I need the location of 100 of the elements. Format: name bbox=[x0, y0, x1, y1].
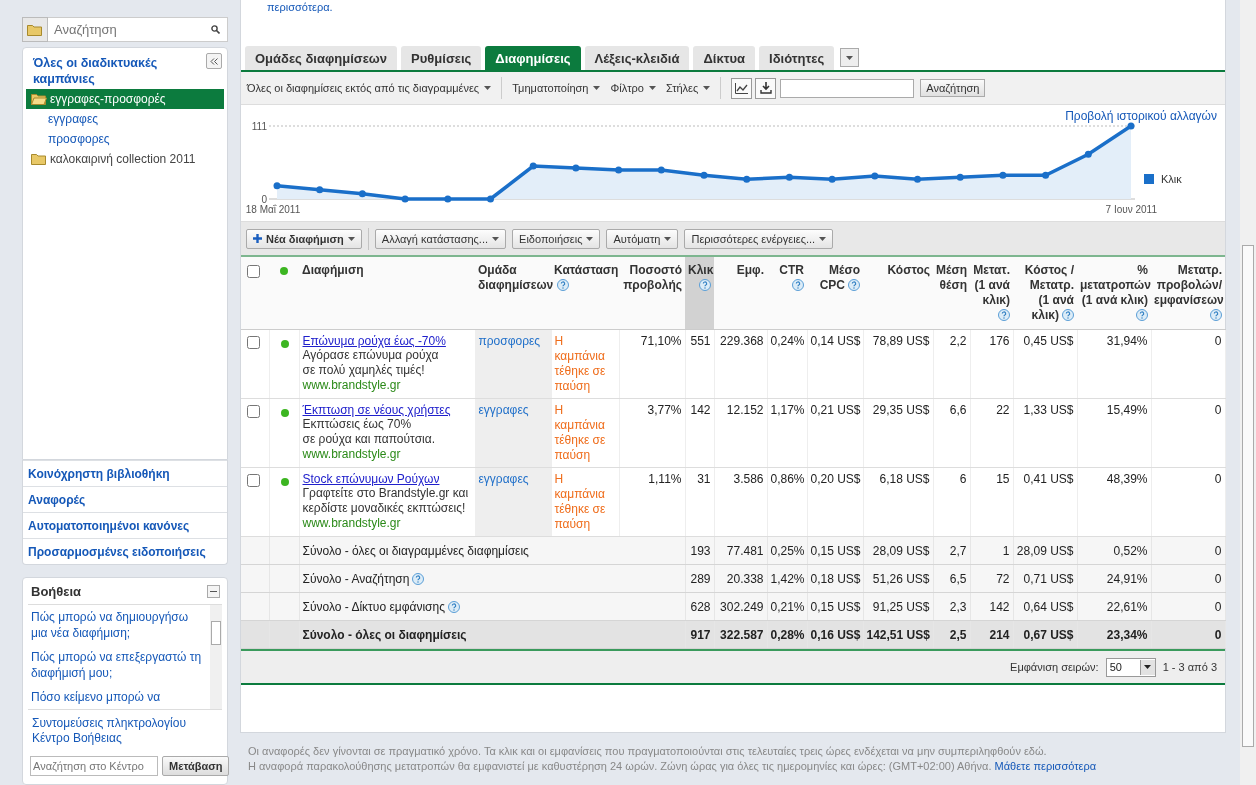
data-point bbox=[615, 166, 623, 174]
help-icon[interactable] bbox=[412, 572, 425, 585]
sidebar-link[interactable]: Αναφορές bbox=[23, 486, 227, 512]
table-cell: 322.587 bbox=[720, 627, 764, 642]
action-button[interactable]: Νέα διαφήμιση bbox=[246, 228, 362, 249]
table-cell: 24,91% bbox=[1106, 571, 1148, 586]
dropdown-menu[interactable]: Τμηματοποίηση bbox=[512, 82, 601, 94]
total-label: Σύνολο - όλες οι διαφημίσεις bbox=[302, 627, 467, 642]
table-cell: 0,45 US$ bbox=[1023, 334, 1074, 348]
help-icon[interactable] bbox=[1210, 309, 1222, 321]
ad-headline[interactable]: Έκπτωση σε νέους χρήστες bbox=[302, 403, 451, 417]
help-icon[interactable] bbox=[1062, 309, 1074, 321]
column-header[interactable]: Μέσο CPC bbox=[807, 256, 863, 330]
search-button[interactable]: Αναζήτηση bbox=[920, 79, 986, 97]
table-cell: 71,10% bbox=[640, 334, 682, 348]
help-link[interactable]: Κέντρο Βοήθειας bbox=[28, 731, 222, 746]
collapse-button[interactable] bbox=[206, 53, 222, 69]
dropdown-menu[interactable]: Φίλτρο bbox=[610, 82, 656, 94]
search-field[interactable]: Αναζήτηση bbox=[48, 17, 228, 42]
minimize-button[interactable] bbox=[207, 585, 220, 598]
learn-more-link[interactable]: Μάθετε περισσότερα bbox=[994, 760, 1096, 772]
search-icon[interactable] bbox=[211, 25, 220, 34]
table-cell: 3.586 bbox=[733, 472, 764, 486]
column-header[interactable]: Μετατρ. προβολών/ εμφανίσεων bbox=[1151, 256, 1225, 330]
ad-headline[interactable]: Stock επώνυμων Ρούχων bbox=[302, 472, 440, 486]
go-button[interactable]: Μετάβαση bbox=[162, 756, 230, 776]
download-button[interactable] bbox=[755, 77, 777, 99]
ad-group-link[interactable]: προσφορες bbox=[478, 334, 541, 348]
table-cell: 0 bbox=[1214, 403, 1222, 417]
folder-icon bbox=[31, 153, 47, 165]
action-button[interactable]: Ειδοποιήσεις bbox=[512, 228, 601, 249]
tab[interactable]: Λέξεις-κλειδιά bbox=[584, 46, 690, 70]
status-text: Η καμπάνια τέθηκε σε παύση bbox=[554, 403, 607, 463]
scrollbar[interactable] bbox=[1240, 0, 1256, 785]
dropdown-menu[interactable]: Όλες οι διαφημίσεις εκτός από τις διαγραμμένες bbox=[247, 82, 492, 94]
folder-button[interactable] bbox=[22, 17, 48, 42]
history-link[interactable]: Προβολή ιστορικού αλλαγών bbox=[1065, 109, 1217, 122]
tree-item[interactable]: εγγραφες-προσφορές bbox=[26, 89, 224, 109]
help-icon[interactable] bbox=[848, 279, 860, 291]
help-link[interactable]: Πώς μπορώ να επεξεργαστώ τη διαφήμισή μου; bbox=[31, 649, 207, 681]
help-icon[interactable] bbox=[699, 279, 711, 291]
table-cell: 6,18 US$ bbox=[879, 472, 930, 486]
table-cell: 0,15 US$ bbox=[810, 599, 861, 614]
tab[interactable]: Δίκτυα bbox=[693, 46, 756, 70]
tab-menu-button[interactable] bbox=[840, 48, 860, 67]
help-icon[interactable] bbox=[998, 309, 1010, 321]
ad-group-link[interactable]: εγγραφες bbox=[478, 472, 529, 486]
table-cell: 22,61% bbox=[1106, 599, 1148, 614]
ad-group-link[interactable]: εγγραφες bbox=[478, 403, 529, 417]
action-button[interactable]: Αυτόματη bbox=[606, 228, 679, 249]
tree-item[interactable]: εγγραφες bbox=[26, 109, 224, 129]
learn-more-link[interactable]: περισσότερα. bbox=[241, 1, 333, 15]
table-cell: 628 bbox=[690, 599, 711, 614]
footer-note: Οι αναφορές δεν γίνονται σε πραγματικό χρόνο. Τα κλικ και οι εμφανίσεις που πραγματοποιούνται στις τελευταίες τρεις ώρες ενδέχεται να μην συμπεριληφθούν εδώ. bbox=[248, 744, 1048, 759]
tree-item[interactable]: προσφορες bbox=[26, 129, 224, 149]
select-all-checkbox[interactable] bbox=[247, 265, 260, 278]
tree-title[interactable]: Όλες οι διαδικτυακές καμπάνιες bbox=[26, 52, 224, 89]
row-checkbox[interactable] bbox=[247, 336, 260, 349]
sidebar-link[interactable]: Προσαρμοσμένες ειδοποιήσεις bbox=[23, 538, 227, 564]
column-header[interactable]: Μέση θέση bbox=[933, 256, 970, 330]
help-icon[interactable] bbox=[1136, 309, 1148, 321]
table-cell: 0 bbox=[1214, 599, 1222, 614]
help-link[interactable]: Πόσο κείμενο μπορώ να bbox=[31, 689, 207, 705]
sidebar-link[interactable]: Αυτοματοποιημένοι κανόνες bbox=[23, 512, 227, 538]
rows-select[interactable]: 50 bbox=[1105, 657, 1156, 677]
column-header[interactable]: CTR bbox=[767, 256, 807, 330]
column-header[interactable]: Κόστος bbox=[863, 256, 933, 330]
help-icon[interactable] bbox=[792, 279, 804, 291]
scrollbar[interactable] bbox=[210, 605, 222, 709]
column-header[interactable]: Κλικ bbox=[685, 256, 714, 330]
column-header[interactable]: Ποσοστό προβολής bbox=[619, 256, 685, 330]
sidebar-link[interactable]: Κοινόχρηστη βιβλιοθήκη bbox=[23, 460, 227, 486]
column-header[interactable]: Διαφήμιση bbox=[299, 256, 475, 330]
action-button[interactable]: Περισσότερες ενέργειες... bbox=[684, 228, 834, 249]
dropdown-menu[interactable]: Στήλες bbox=[665, 82, 711, 94]
table-cell: 0,64 US$ bbox=[1023, 599, 1074, 614]
column-header[interactable]: Κόστος / Μετατρ. (1 ανά κλικ) bbox=[1013, 256, 1077, 330]
status-text: Η καμπάνια τέθηκε σε παύση bbox=[554, 472, 607, 532]
chart-button[interactable] bbox=[731, 77, 753, 99]
table-cell: 142 bbox=[690, 403, 711, 417]
status-icon[interactable] bbox=[280, 267, 288, 275]
help-link[interactable]: Συντομεύσεις πληκτρολογίου bbox=[28, 716, 222, 731]
search-field[interactable] bbox=[780, 78, 915, 98]
tab[interactable]: Ομάδες διαφημίσεων bbox=[245, 46, 398, 70]
row-checkbox[interactable] bbox=[247, 405, 260, 418]
row-checkbox[interactable] bbox=[247, 474, 260, 487]
tree-item[interactable]: καλοκαιρινή collection 2011 bbox=[26, 149, 224, 169]
help-icon[interactable] bbox=[557, 279, 569, 291]
column-header[interactable]: Μετατ. (1 ανά κλικ) bbox=[970, 256, 1013, 330]
tab[interactable]: Ιδιότητες bbox=[759, 46, 835, 70]
help-search-field[interactable]: Αναζήτηση στο Κέντρο bbox=[30, 756, 158, 776]
tab[interactable]: Ρυθμίσεις bbox=[401, 46, 482, 70]
column-header[interactable]: Εμφ. bbox=[714, 256, 767, 330]
column-header[interactable]: % μετατροπών (1 ανά κλικ) bbox=[1077, 256, 1151, 330]
column-header[interactable]: Ομάδα διαφημίσεων bbox=[475, 256, 551, 330]
help-icon[interactable] bbox=[447, 600, 460, 613]
help-link[interactable]: Πώς μπορώ να δημιουργήσω μια νέα διαφήμιση; bbox=[31, 609, 207, 641]
ad-headline[interactable]: Επώνυμα ρούχα έως -70% bbox=[302, 334, 446, 348]
tab[interactable]: Διαφημίσεις bbox=[485, 46, 581, 70]
action-button[interactable]: Αλλαγή κατάστασης... bbox=[374, 228, 507, 249]
